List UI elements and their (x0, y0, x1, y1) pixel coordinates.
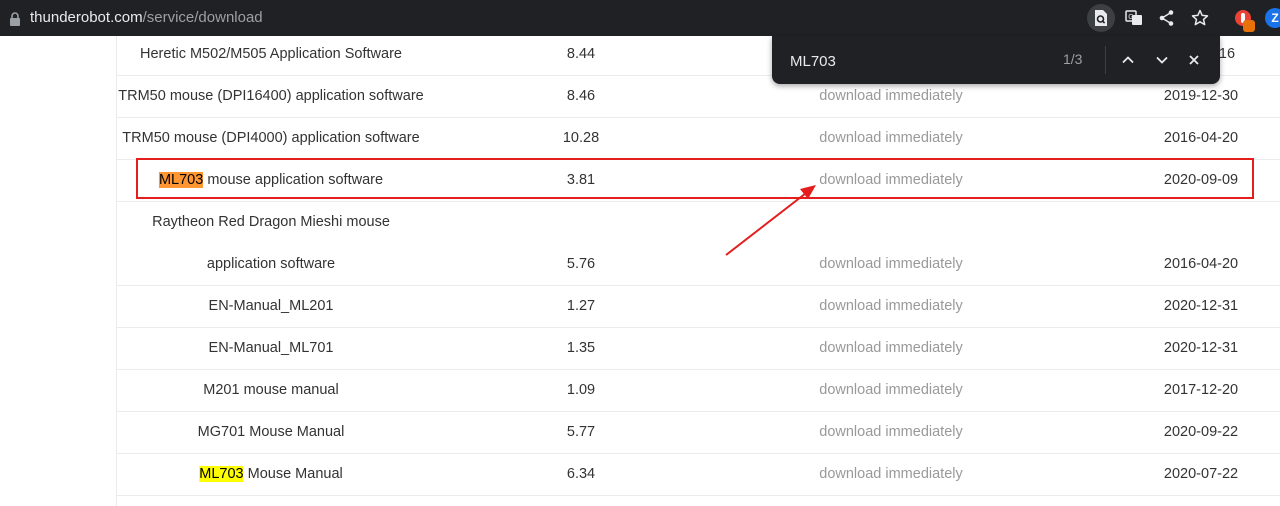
match-count: 1/3 (1063, 51, 1083, 67)
svg-text:G: G (1128, 14, 1133, 21)
annotation-arrow-icon (725, 185, 816, 256)
release-date: 2016-04-20 (1163, 256, 1239, 272)
software-name: Heretic M502/M505 Application Software (140, 46, 402, 62)
table-row: Raytheon Red Dragon Mieshi mouse (117, 201, 1280, 243)
table-row: application software 5.76 download immed… (117, 243, 1280, 286)
download-link[interactable]: download immediately (819, 453, 962, 495)
find-match: ML703 (199, 466, 244, 482)
version: 1.35 (566, 340, 596, 356)
software-name: application software (206, 256, 336, 272)
find-separator (1105, 46, 1106, 74)
star-icon (1191, 9, 1209, 26)
find-page-icon (1095, 10, 1107, 26)
download-link[interactable]: download immediately (819, 117, 962, 159)
browser-toolbar: thunderobot.com/service/download G Z (0, 0, 1280, 36)
bookmark-button[interactable] (1186, 4, 1214, 32)
download-link[interactable]: download immediately (819, 369, 962, 411)
url-host: thunderobot.com (30, 9, 143, 26)
annotation-highlight-box (136, 158, 1254, 199)
chevron-down-icon (1156, 56, 1168, 64)
version: 8.46 (566, 88, 596, 104)
table-row: MG701 Mouse Manual 5.77 download immedia… (117, 411, 1280, 454)
extension-z-button[interactable]: Z (1265, 8, 1280, 28)
find-in-page-button[interactable] (1087, 4, 1115, 32)
software-name: MG701 Mouse Manual (197, 424, 345, 440)
release-date: 2016-04-20 (1163, 130, 1239, 146)
translate-button[interactable]: G (1120, 4, 1148, 32)
version: 8.44 (566, 46, 596, 62)
table-row: EN-Manual_ML201 1.27 download immediatel… (117, 285, 1280, 328)
find-bar: 1/3 (772, 36, 1220, 84)
version: 1.09 (566, 382, 596, 398)
version: 5.77 (566, 424, 596, 440)
address-bar[interactable]: thunderobot.com/service/download (30, 9, 263, 27)
software-name: M201 mouse manual (203, 382, 339, 398)
software-name: TRM50 mouse (DPI4000) application softwa… (122, 130, 420, 146)
url-path: /service/download (142, 9, 263, 26)
table-row: M201 mouse manual 1.09 download immediat… (117, 369, 1280, 412)
software-name: Raytheon Red Dragon Mieshi mouse (152, 214, 390, 230)
download-table: Heretic M502/M505 Application Software 8… (116, 36, 1280, 506)
close-icon (1189, 55, 1199, 65)
find-input[interactable] (788, 48, 1072, 74)
software-name: TRM50 mouse (DPI16400) application softw… (118, 88, 424, 104)
close-find-button[interactable] (1182, 48, 1206, 72)
release-date: 2020-09-22 (1163, 424, 1239, 440)
release-date: 16 (1218, 46, 1236, 62)
chevron-up-icon (1122, 56, 1134, 64)
table-row: TRM50 mouse (DPI4000) application softwa… (117, 117, 1280, 160)
download-link[interactable]: download immediately (819, 285, 962, 327)
release-date: 2020-12-31 (1163, 298, 1239, 314)
extension-button[interactable] (1229, 4, 1257, 32)
share-button[interactable] (1153, 4, 1181, 32)
previous-match-button[interactable] (1116, 48, 1140, 72)
release-date: 2017-12-20 (1163, 382, 1239, 398)
download-link[interactable]: download immediately (819, 327, 962, 369)
download-link[interactable]: download immediately (819, 243, 962, 285)
version: 6.34 (566, 466, 596, 482)
translate-icon: G (1125, 10, 1142, 25)
extension-badge (1243, 20, 1255, 32)
software-name: ML703 Mouse Manual (199, 466, 343, 482)
version: 10.28 (562, 130, 600, 146)
next-match-button[interactable] (1150, 48, 1174, 72)
software-name: EN-Manual_ML701 (208, 340, 334, 356)
release-date: 2020-07-22 (1163, 466, 1239, 482)
table-row: EN-Manual_ML701 1.35 download immediatel… (117, 327, 1280, 370)
download-link[interactable]: download immediately (819, 411, 962, 453)
lock-icon (10, 12, 20, 26)
share-icon (1159, 10, 1174, 26)
release-date: 2020-12-31 (1163, 340, 1239, 356)
software-name: EN-Manual_ML201 (208, 298, 334, 314)
table-row: ML703 Mouse Manual 6.34 download immedia… (117, 453, 1280, 496)
version: 1.27 (566, 298, 596, 314)
version: 5.76 (566, 256, 596, 272)
